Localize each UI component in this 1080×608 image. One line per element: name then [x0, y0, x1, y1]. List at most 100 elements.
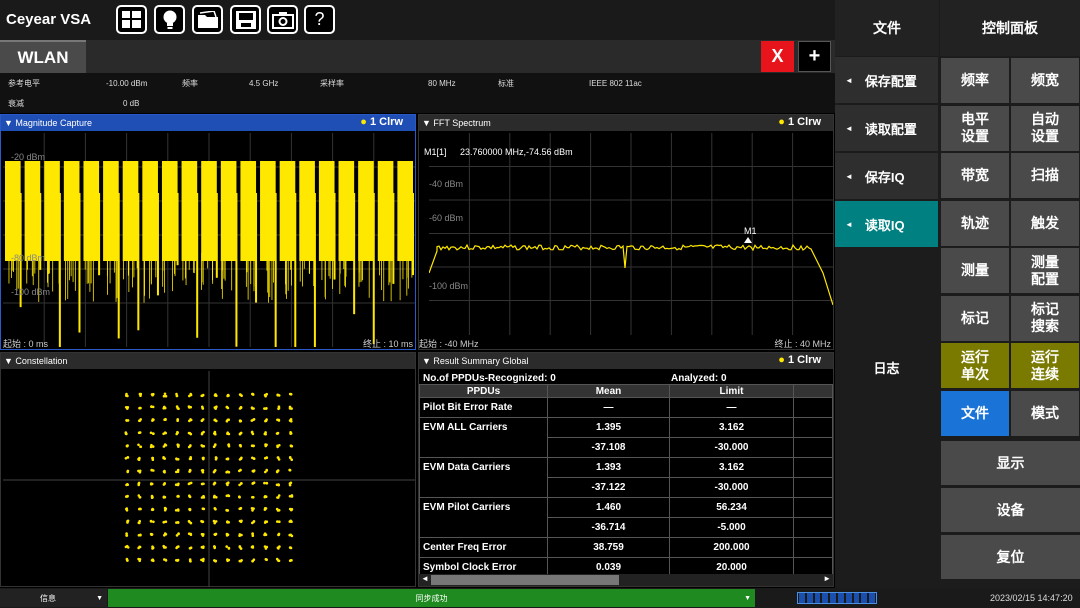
table-header-row: PPDUs Mean Limit: [419, 384, 833, 398]
chevron-down-icon: ▼: [96, 594, 103, 602]
magnitude-plot: [3, 133, 415, 347]
mag-start-label: 起始 : 0 ms: [3, 339, 49, 349]
file-button[interactable]: 文件: [941, 390, 1009, 436]
tab-bar: [0, 40, 835, 73]
activity-segment: [861, 593, 868, 603]
log-button[interactable]: 日志: [835, 344, 938, 390]
span-button[interactable]: 频宽: [1011, 58, 1079, 103]
activity-segment: [799, 593, 805, 603]
arrow-left-icon: ◄: [845, 123, 853, 133]
auto-settings-button[interactable]: 自动 设置: [1011, 105, 1079, 151]
sweep-button[interactable]: 扫描: [1011, 153, 1079, 198]
result-summary-window[interactable]: ▼ Result Summary Global ● 1 Clrw No.of P…: [418, 352, 834, 587]
magnitude-capture-window[interactable]: ▼ Magnitude Capture ● 1 Clrw -20 dBm -80…: [0, 114, 416, 350]
camera-icon[interactable]: [267, 5, 298, 34]
level-settings-button[interactable]: 电平 设置: [941, 105, 1009, 151]
close-tab-button[interactable]: X: [761, 41, 794, 72]
marker-button[interactable]: 标记: [941, 295, 1009, 341]
fft-y-tick: -60 dBm: [429, 213, 464, 223]
fft-plot: [429, 133, 833, 335]
control-panel-header: 控制面板: [940, 0, 1080, 56]
trigger-button[interactable]: 触发: [1011, 200, 1079, 246]
save-icon[interactable]: [230, 5, 261, 34]
device-button[interactable]: 设备: [941, 488, 1080, 532]
trace-mode-badge[interactable]: ● 1 Clrw: [778, 116, 821, 128]
arrow-left-icon: ◄: [845, 171, 853, 181]
fft-spectrum-window[interactable]: ▼ FFT Spectrum ● 1 Clrw -40 dBm -60 dBm …: [418, 114, 834, 350]
marker-search-button[interactable]: 标记 搜索: [1011, 295, 1079, 341]
constellation-window[interactable]: ▼ Constellation: [0, 352, 416, 587]
help-icon[interactable]: ?: [304, 5, 335, 34]
reset-button[interactable]: 复位: [941, 535, 1080, 579]
activity-segment: [853, 593, 860, 603]
marker-label: M1: [744, 226, 757, 236]
info-dropdown[interactable]: 信息 ▼: [0, 589, 107, 607]
activity-segment: [830, 593, 836, 603]
load-iq-button[interactable]: ◄ 读取IQ: [835, 201, 938, 247]
activity-segment: [822, 593, 829, 603]
table-row: EVM ALL Carriers 1.395 3.162: [419, 417, 833, 458]
measure-config-button[interactable]: 测量 配置: [1011, 248, 1079, 293]
trace-button[interactable]: 轨迹: [941, 200, 1009, 246]
add-tab-button[interactable]: +: [798, 41, 831, 72]
constellation-header[interactable]: ▼ Constellation: [1, 353, 415, 369]
standard-value: IEEE 802 11ac: [589, 79, 642, 88]
horizontal-scrollbar[interactable]: ◄ ►: [419, 574, 833, 586]
freq-button[interactable]: 频率: [941, 58, 1009, 103]
sample-rate-value: 80 MHz: [428, 79, 456, 88]
file-panel-header: 文件: [835, 0, 939, 56]
table-row: Center Freq Error 38.759 200.000: [419, 537, 833, 558]
activity-segment: [814, 593, 821, 603]
measure-button[interactable]: 测量: [941, 248, 1009, 293]
trace-mode-badge[interactable]: ● 1 Clrw: [360, 116, 403, 128]
activity-segment: [869, 593, 875, 603]
marker-readout: 23.760000 MHz,-74.56 dBm: [460, 147, 573, 157]
activity-segment: [837, 593, 844, 603]
attenuation-label: 衰减: [8, 99, 24, 108]
activity-indicator: [797, 592, 877, 604]
fft-y-tick: -40 dBm: [429, 179, 464, 189]
sample-rate-label: 采样率: [320, 79, 344, 88]
result-summary-header[interactable]: ▼ Result Summary Global ● 1 Clrw: [419, 353, 833, 369]
arrow-left-icon: ◄: [845, 75, 853, 85]
load-config-button[interactable]: ◄ 读取配置: [835, 105, 938, 151]
arrow-left-icon: ◄: [845, 219, 853, 229]
tab-wlan[interactable]: WLAN: [0, 40, 86, 73]
bandwidth-button[interactable]: 带宽: [941, 153, 1009, 198]
table-row: Pilot Bit Error Rate — —: [419, 397, 833, 418]
run-continuous-button[interactable]: 运行 连续: [1011, 343, 1079, 388]
save-iq-button[interactable]: ◄ 保存IQ: [835, 153, 938, 199]
display-button[interactable]: 显示: [941, 441, 1080, 485]
marker-name: M1[1]: [424, 147, 447, 157]
mag-y-tick: -80 dBm: [11, 253, 46, 263]
freq-label: 频率: [182, 79, 198, 88]
fft-stop-label: 终止 : 40 MHz: [774, 339, 831, 349]
windows-icon[interactable]: [116, 5, 147, 34]
folder-icon[interactable]: [192, 5, 223, 34]
status-message-bar[interactable]: 同步成功 ▼: [108, 589, 755, 607]
activity-segment: [845, 593, 852, 603]
table-row: EVM Data Carriers 1.393 3.162: [419, 457, 833, 498]
fft-y-tick: -100 dBm: [429, 281, 469, 291]
app-title: Ceyear VSA: [6, 11, 92, 28]
scrollbar-thumb[interactable]: [431, 575, 619, 585]
ref-level-value: -10.00 dBm: [106, 79, 148, 88]
fft-start-label: 起始 : -40 MHz: [419, 339, 479, 349]
mag-stop-label: 终止 : 10 ms: [362, 339, 413, 349]
save-config-button[interactable]: ◄ 保存配置: [835, 57, 938, 103]
marker-m1-icon[interactable]: [744, 237, 752, 243]
fft-spectrum-header[interactable]: ▼ FFT Spectrum ● 1 Clrw: [419, 115, 833, 131]
standard-label: 标准: [498, 79, 514, 88]
run-single-button[interactable]: 运行 单次: [941, 343, 1009, 388]
ppdus-recognized: No.of PPDUs-Recognized: 0: [423, 373, 556, 384]
chevron-down-icon: ▼: [744, 594, 751, 602]
lightbulb-icon[interactable]: [154, 5, 185, 34]
freq-value: 4.5 GHz: [249, 79, 279, 88]
trace-mode-badge[interactable]: ● 1 Clrw: [778, 354, 821, 366]
magnitude-capture-header[interactable]: ▼ Magnitude Capture ● 1 Clrw: [1, 115, 415, 131]
mag-y-tick: -100 dBm: [11, 287, 51, 297]
analyzed-count: Analyzed: 0: [671, 373, 727, 384]
scroll-left-icon[interactable]: ◄: [421, 574, 429, 583]
scroll-right-icon[interactable]: ►: [823, 574, 831, 583]
mode-button[interactable]: 模式: [1011, 390, 1079, 436]
